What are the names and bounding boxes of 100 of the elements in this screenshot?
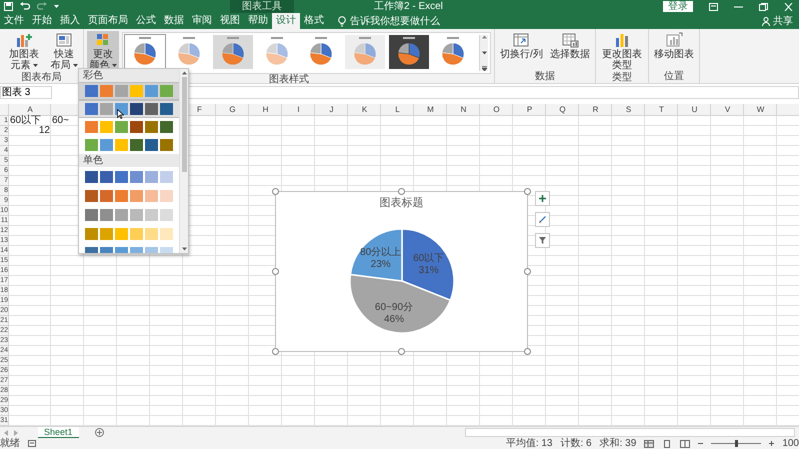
save-icon[interactable] bbox=[4, 2, 13, 11]
column-header[interactable]: P bbox=[513, 104, 546, 115]
pointer-cursor-icon bbox=[117, 109, 124, 119]
column-header[interactable]: L bbox=[381, 104, 414, 115]
close-icon[interactable] bbox=[784, 2, 793, 10]
scrollbar[interactable] bbox=[179, 69, 188, 253]
status-stat: 平均值: 13 bbox=[506, 438, 552, 449]
resize-handle[interactable] bbox=[272, 188, 279, 195]
table-cell-text: 12 bbox=[38, 126, 51, 136]
context-tab-label: 图表工具 bbox=[230, 0, 294, 13]
sign-in-button[interactable]: 登录 bbox=[663, 1, 693, 12]
sheet-tab[interactable]: Sheet1 bbox=[38, 426, 79, 438]
column-header[interactable]: O bbox=[480, 104, 513, 115]
window-title: 工作簿2 - Excel bbox=[374, 0, 443, 13]
chart-elements-button[interactable] bbox=[535, 191, 550, 206]
minus-icon[interactable] bbox=[698, 441, 704, 446]
expand-icon bbox=[482, 66, 486, 71]
share-button[interactable]: 共享 bbox=[760, 13, 795, 29]
ribbon-tab[interactable]: 开始 bbox=[28, 13, 56, 29]
ribbon-tab[interactable]: 公式 bbox=[132, 13, 160, 29]
ribbon-tab[interactable]: 数据 bbox=[160, 13, 188, 29]
section-heading: 单色 bbox=[79, 154, 179, 167]
resize-handle[interactable] bbox=[272, 348, 279, 355]
column-header[interactable]: T bbox=[645, 104, 678, 115]
horizontal-scrollbar[interactable] bbox=[465, 428, 795, 437]
page-break-icon[interactable] bbox=[680, 440, 690, 448]
resize-handle[interactable] bbox=[524, 348, 531, 355]
undo-icon[interactable] bbox=[20, 2, 30, 11]
ribbon-tab[interactable]: 插入 bbox=[56, 13, 84, 29]
table-cell-text: 60~ bbox=[51, 116, 70, 126]
chart-style-thumbnail[interactable] bbox=[389, 35, 429, 69]
column-header[interactable]: K bbox=[348, 104, 381, 115]
ribbon-button[interactable]: 选择数据 bbox=[548, 31, 592, 61]
column-header[interactable]: U bbox=[678, 104, 711, 115]
column-header[interactable]: J bbox=[315, 104, 348, 115]
ribbon-tab[interactable]: 设计 bbox=[272, 13, 300, 29]
restore-icon[interactable] bbox=[759, 2, 768, 10]
chart-filters-button[interactable] bbox=[535, 233, 550, 248]
ribbon-button[interactable]: 切换行/列 bbox=[498, 31, 545, 61]
customize-icon[interactable] bbox=[54, 4, 59, 9]
ribbon-button[interactable]: 更改图表类型 bbox=[598, 31, 645, 72]
ribbon-tab[interactable]: 格式 bbox=[300, 13, 328, 29]
zoom-slider-thumb[interactable] bbox=[734, 440, 738, 447]
chart-area[interactable]: 图表标题 60以下 31% 60~90分 46% 80分以上 23% bbox=[275, 191, 528, 352]
status-text: 就绪 bbox=[0, 438, 20, 449]
macro-record-icon bbox=[28, 440, 36, 447]
page-layout-icon[interactable] bbox=[662, 440, 672, 448]
chart-style-thumbnail[interactable] bbox=[125, 35, 165, 69]
ribbon-tab[interactable]: 审阅 bbox=[188, 13, 216, 29]
normal-view-icon[interactable] bbox=[644, 440, 654, 448]
resize-handle[interactable] bbox=[398, 188, 405, 195]
resize-handle[interactable] bbox=[524, 188, 531, 195]
person-icon bbox=[762, 16, 770, 26]
redo-icon[interactable] bbox=[37, 2, 47, 11]
gallery-scrollbar[interactable] bbox=[479, 35, 488, 71]
group-label: 位置 bbox=[664, 71, 684, 83]
chart-style-thumbnail[interactable] bbox=[345, 35, 385, 69]
lightbulb-icon bbox=[338, 16, 346, 26]
ribbon-display-icon[interactable] bbox=[709, 2, 718, 10]
chart-style-thumbnail[interactable] bbox=[213, 35, 253, 69]
name-box[interactable]: 图表 3 bbox=[0, 86, 52, 99]
data-label: 60以下 31% bbox=[413, 252, 444, 276]
color-scheme-option[interactable] bbox=[79, 100, 179, 118]
ribbon-button[interactable]: 加图表元素 bbox=[3, 31, 45, 72]
column-header[interactable]: Q bbox=[546, 104, 579, 115]
chart-frame-icon bbox=[664, 32, 683, 48]
status-stat: 计数: 6 bbox=[560, 438, 592, 449]
plus-icon[interactable] bbox=[769, 441, 774, 446]
column-header[interactable]: R bbox=[579, 104, 612, 115]
column-header[interactable]: M bbox=[414, 104, 447, 115]
resize-handle[interactable] bbox=[398, 348, 405, 355]
column-header[interactable]: I bbox=[282, 104, 315, 115]
resize-handle[interactable] bbox=[524, 268, 531, 275]
ribbon-tab[interactable]: 视图 bbox=[216, 13, 244, 29]
ribbon-tab[interactable]: 文件 bbox=[0, 13, 28, 29]
table-swap-icon bbox=[512, 32, 530, 48]
group-label: 图表样式 bbox=[269, 74, 309, 86]
column-header[interactable]: W bbox=[744, 104, 777, 115]
section-heading: 彩色 bbox=[79, 69, 179, 82]
column-header[interactable]: V bbox=[711, 104, 744, 115]
resize-handle[interactable] bbox=[272, 268, 279, 275]
color-scheme-option[interactable] bbox=[79, 82, 179, 100]
zoom-level[interactable]: 100 bbox=[782, 438, 799, 449]
add-sheet-icon[interactable] bbox=[94, 428, 104, 437]
ribbon-button[interactable]: 快速布局 bbox=[48, 31, 80, 72]
column-header[interactable]: H bbox=[249, 104, 282, 115]
data-label: 80分以上 23% bbox=[360, 246, 402, 270]
ribbon-tab[interactable]: 页面布局 bbox=[84, 13, 132, 29]
tell-me-field[interactable]: 告诉我你想要做什么 bbox=[350, 14, 454, 28]
brush-icon bbox=[539, 216, 546, 223]
chart-styles-button[interactable] bbox=[535, 212, 550, 227]
column-header[interactable]: A bbox=[9, 104, 51, 115]
chart-add-icon bbox=[15, 32, 33, 48]
column-header[interactable]: G bbox=[216, 104, 249, 115]
status-stat: 求和: 39 bbox=[600, 438, 636, 449]
scroll-thumb[interactable] bbox=[182, 77, 186, 172]
ribbon-button[interactable]: 移动图表 bbox=[652, 31, 696, 61]
column-header[interactable]: N bbox=[447, 104, 480, 115]
ribbon-tab[interactable]: 帮助 bbox=[244, 13, 272, 29]
column-header[interactable]: S bbox=[612, 104, 645, 115]
